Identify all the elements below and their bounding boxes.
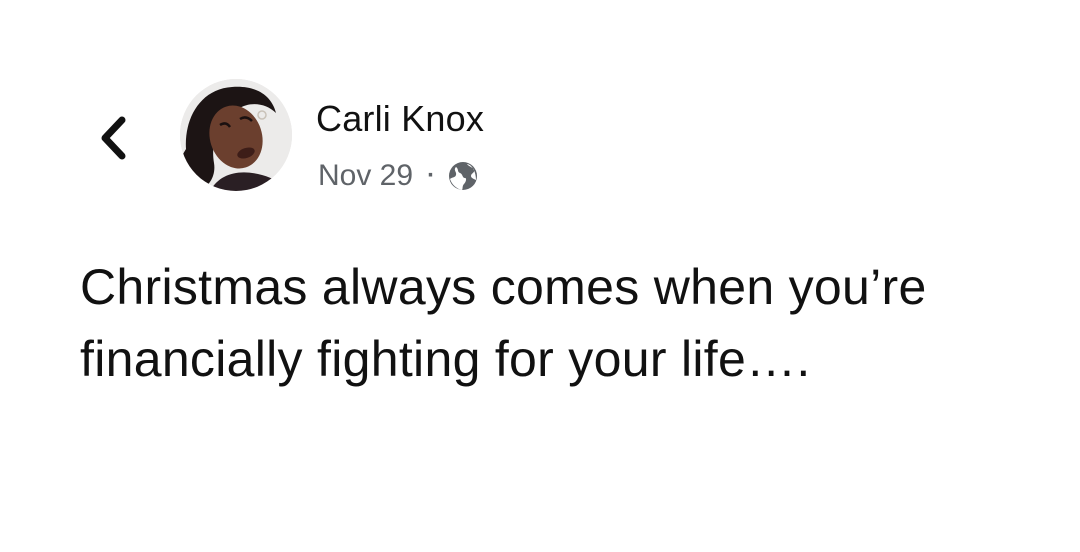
back-button[interactable]: [88, 110, 138, 166]
author-name[interactable]: Carli Knox: [316, 98, 484, 140]
post-date[interactable]: Nov 29: [318, 159, 413, 193]
profile-photo: [180, 79, 292, 191]
post-meta: Nov 29 ·: [318, 156, 479, 196]
chevron-left-icon: [101, 116, 126, 160]
meta-separator: ·: [427, 162, 436, 189]
post-text: Christmas always comes when you’re finan…: [80, 259, 927, 387]
avatar[interactable]: [180, 79, 292, 191]
globe-icon: [449, 162, 478, 190]
